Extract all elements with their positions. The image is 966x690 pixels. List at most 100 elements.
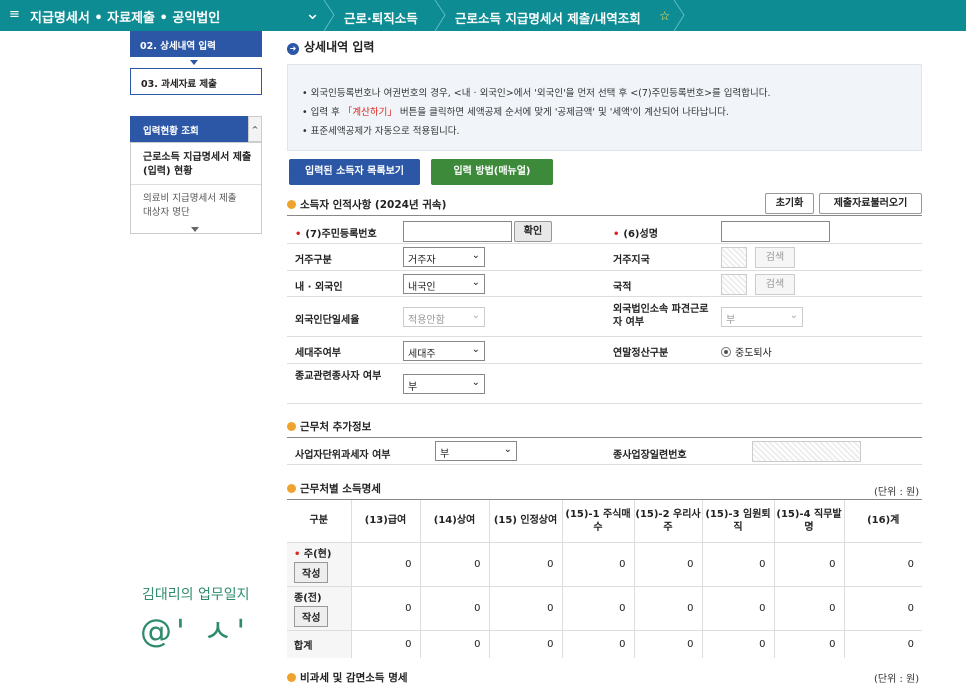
table-cell[interactable]: 0	[489, 629, 563, 658]
dispatch-select[interactable]: 부 ⌄	[721, 307, 803, 327]
row-label: 합계	[287, 629, 352, 658]
chevron-down-icon: ⌄	[789, 310, 798, 321]
confirm-button[interactable]: 확인	[514, 221, 552, 242]
form-row	[287, 271, 922, 297]
flat-tax-label: 외국인단일세율	[295, 315, 360, 326]
nation-type-select[interactable]: 내국인 ⌄	[403, 274, 485, 294]
religion-label: 종교관련종사자 여부	[295, 371, 382, 382]
country-code-field	[721, 274, 747, 295]
table-cell[interactable]: 0	[634, 629, 703, 658]
region-label: 거주지국	[613, 255, 650, 266]
scroll-up-icon[interactable]: ^	[248, 116, 262, 142]
table-body: • 주(현) 작성 0 0 0 0 0 0 0 0 종(전) 작성 0 0 0 0 0 0 0 0 합계 0 0 0 0 0 0 0 0	[287, 541, 922, 658]
list-view-button[interactable]: 입력된 소득자 목록보기	[289, 159, 420, 185]
religion-select[interactable]: 부 ⌄	[403, 374, 485, 394]
breadcrumb-level2[interactable]: 근로소득 지급명세서 제출/내역조회	[455, 8, 641, 27]
favorite-star-icon[interactable]: ☆	[659, 8, 670, 23]
watermark-text: 김대리의 업무일지	[142, 587, 250, 603]
write-button[interactable]: 작성	[294, 606, 329, 627]
breadcrumb-separator	[434, 0, 446, 31]
table-row: • 주(현) 작성 0 0 0 0 0 0 0 0	[287, 541, 922, 586]
form-row	[287, 244, 922, 271]
table-cell[interactable]: 0	[489, 585, 563, 630]
table-cell[interactable]: 0	[774, 629, 845, 658]
column-header: (15)-1 주식매수	[562, 500, 635, 542]
table-cell[interactable]: 0	[844, 585, 922, 630]
chevron-down-icon: ⌄	[471, 310, 480, 321]
table-cell[interactable]: 0	[702, 585, 775, 630]
table-cell[interactable]: 0	[351, 585, 421, 630]
table-cell[interactable]: 0	[562, 629, 635, 658]
name-input[interactable]	[721, 221, 830, 242]
divider	[131, 184, 261, 185]
settlement-label: 연말정산구분	[613, 348, 669, 359]
column-header: (15) 인정상여	[489, 500, 563, 542]
reset-button[interactable]: 초기화	[765, 193, 814, 214]
column-header: 구분	[287, 500, 352, 542]
step-tax-submit[interactable]: 03. 과세자료 제출	[130, 68, 262, 95]
table-cell[interactable]: 0	[702, 629, 775, 658]
chevron-down-icon: ⌄	[471, 377, 480, 388]
table-cell[interactable]: 0	[351, 629, 421, 658]
table-header-row: 구분 (13)급여 (14)상여 (15) 인정상여 (15)-1 주식매수 (15)-2…	[287, 500, 922, 542]
column-header: (16)계	[867, 515, 900, 527]
settlement-radio[interactable]: 중도퇴사	[721, 344, 772, 359]
table-cell[interactable]: 0	[420, 629, 490, 658]
table-cell[interactable]: 0	[420, 585, 490, 630]
step-detail-input[interactable]: 02. 상세내역 입력	[130, 31, 262, 57]
info-line-1: • 외국인등록번호나 여권번호의 경우, <내 · 외국인>에서 '외국인'을 …	[302, 88, 771, 99]
breadcrumb-separator	[323, 0, 335, 31]
manual-button[interactable]: 입력 방법(매뉴얼)	[431, 159, 553, 185]
unit-tax-label: 사업자단위과세자 여부	[295, 450, 391, 461]
unit-label: (단위 : 원)	[874, 487, 920, 498]
residence-select[interactable]: 거주자 ⌄	[403, 247, 485, 267]
menu-icon[interactable]: ≡	[9, 7, 20, 22]
scroll-down-icon[interactable]	[191, 227, 199, 232]
breadcrumb-level1[interactable]: 근로·퇴직소득	[344, 8, 418, 27]
status-item-income[interactable]: 근로소득 지급명세서 제출(입력) 현황	[143, 151, 253, 179]
table-cell[interactable]: 0	[351, 541, 421, 586]
income-table: 구분 (13)급여 (14)상여 (15) 인정상여 (15)-1 주식매수 (15)-2…	[287, 500, 922, 658]
table-cell[interactable]: 0	[634, 541, 703, 586]
flat-tax-select[interactable]: 적용안함 ⌄	[403, 307, 485, 327]
table-cell[interactable]: 0	[634, 585, 703, 630]
status-panel: 근로소득 지급명세서 제출(입력) 현황 의료비 지급명세서 제출 대상자 명단	[130, 142, 262, 234]
row-label: 종(전) 작성	[287, 585, 352, 630]
rrn-input[interactable]	[403, 221, 512, 242]
form-row	[287, 337, 922, 364]
watermark-logo: @' ㅅ'	[140, 612, 250, 650]
country-label: 국적	[613, 282, 632, 293]
table-row: 종(전) 작성 0 0 0 0 0 0 0 0	[287, 585, 922, 630]
branch-number-label: 종사업장일련번호	[613, 450, 687, 461]
table-cell[interactable]: 0	[420, 541, 490, 586]
arrow-right-icon: ➜	[287, 43, 299, 55]
table-cell[interactable]: 0	[702, 541, 775, 586]
form-row	[287, 297, 922, 337]
household-head-label: 세대주여부	[295, 348, 341, 359]
table-cell[interactable]: 0	[489, 541, 563, 586]
chevron-down-icon[interactable]: ⌄	[305, 3, 320, 24]
table-cell[interactable]: 0	[844, 541, 922, 586]
chevron-down-icon: ⌄	[471, 344, 480, 355]
table-cell[interactable]: 0	[562, 585, 635, 630]
name-label: • (6)성명	[613, 229, 658, 240]
write-button[interactable]: 작성	[294, 562, 329, 583]
dispatch-label: 외국법인소속 파견근로자 여부	[613, 304, 709, 328]
status-item-medical[interactable]: 의료비 지급명세서 제출 대상자 명단	[143, 192, 243, 220]
column-header: (14)상여	[420, 500, 490, 542]
status-panel-header[interactable]: 입력현황 조회 ^	[130, 116, 262, 142]
rrn-label: • (7)주민등록번호	[295, 229, 377, 240]
table-cell[interactable]: 0	[844, 629, 922, 658]
unit-label: (단위 : 원)	[874, 674, 920, 685]
table-row: 합계 0 0 0 0 0 0 0 0	[287, 629, 922, 658]
column-header: (15)-3 임원퇴직	[702, 500, 775, 542]
table-cell[interactable]: 0	[774, 585, 845, 630]
household-head-select[interactable]: 세대주 ⌄	[403, 341, 485, 361]
load-submission-button[interactable]: 제출자료불러오기	[819, 193, 922, 214]
region-search-button[interactable]: 검색	[755, 247, 795, 268]
table-cell[interactable]: 0	[774, 541, 845, 586]
table-cell[interactable]: 0	[562, 541, 635, 586]
country-search-button[interactable]: 검색	[755, 274, 795, 295]
unit-tax-select[interactable]: 부 ⌄	[435, 441, 517, 461]
section-title[interactable]: 지급명세서 • 자료제출 • 공익법인	[30, 7, 220, 26]
